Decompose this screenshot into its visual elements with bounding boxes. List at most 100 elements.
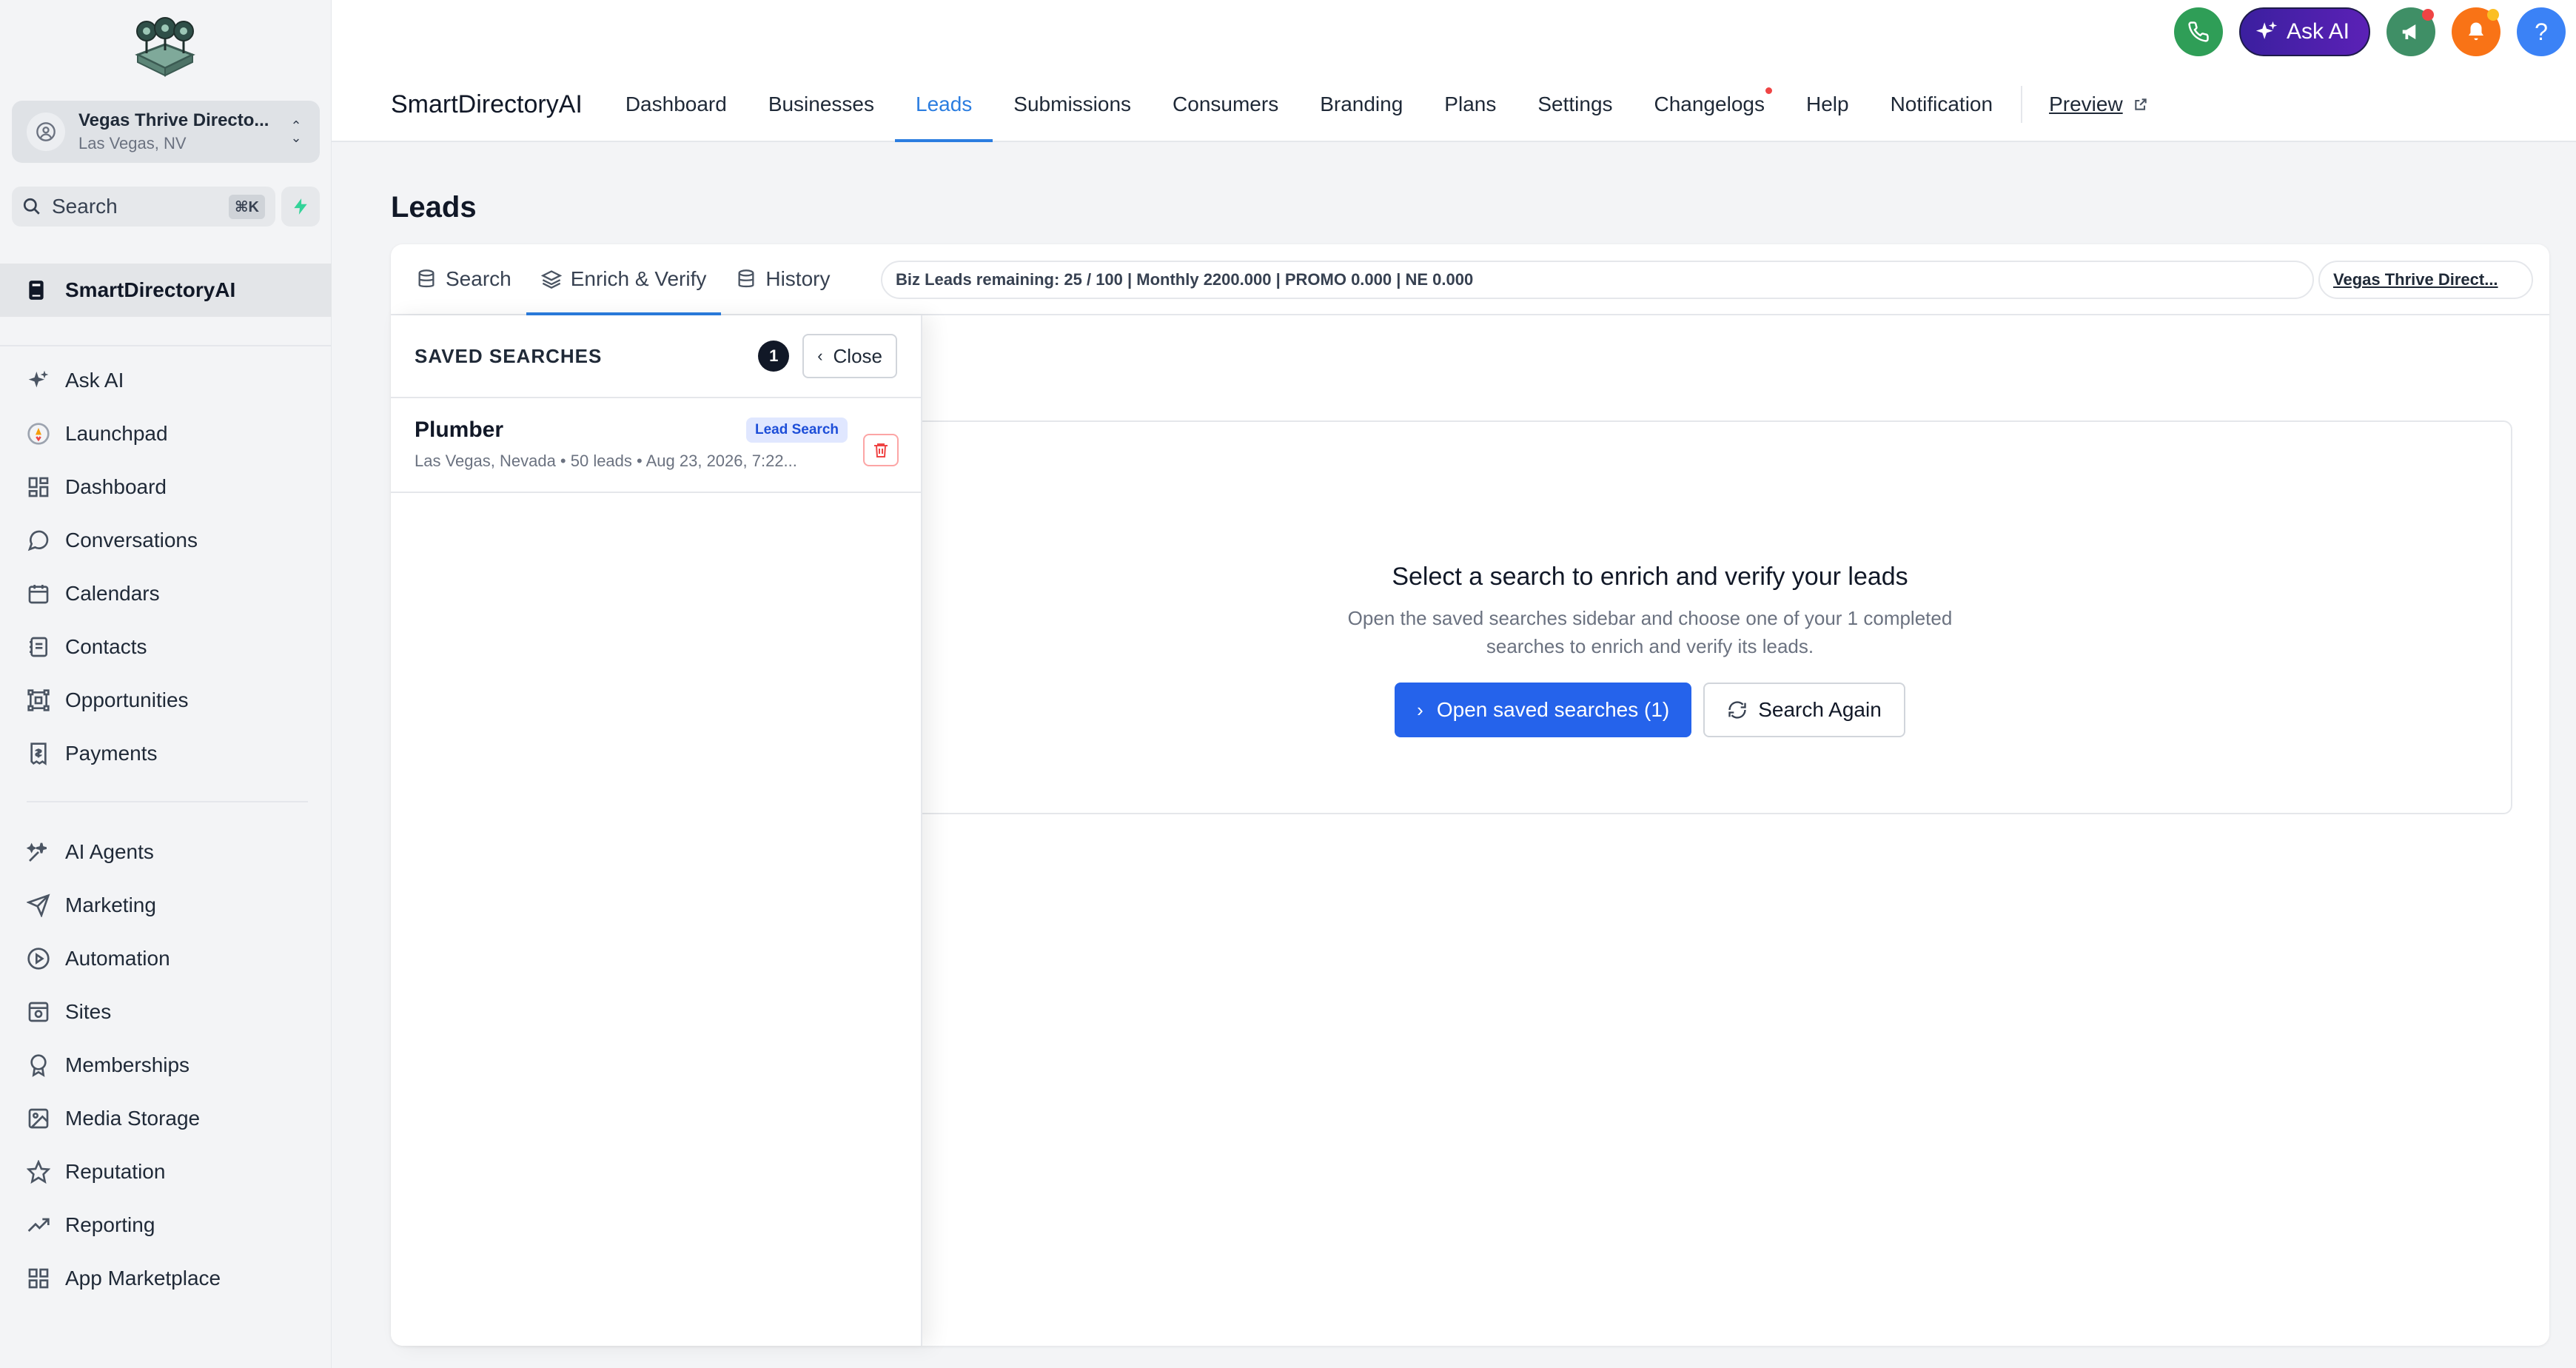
sparkle-icon xyxy=(2255,21,2278,39)
chevron-left-icon: ‹ xyxy=(817,346,823,365)
tab-changelogs-label: Changelogs xyxy=(1654,93,1765,115)
sidebar-item-ask-ai[interactable]: Ask AI xyxy=(0,354,332,407)
sidebar-item-media-storage[interactable]: Media Storage xyxy=(0,1092,332,1145)
image-icon xyxy=(25,1105,52,1132)
tab-plans[interactable]: Plans xyxy=(1423,68,1517,141)
sidebar-item-label: Automation xyxy=(65,947,170,970)
ask-ai-button[interactable]: Ask AI xyxy=(2238,7,2370,56)
account-location: Las Vegas, NV xyxy=(78,134,187,152)
tab-help[interactable]: Help xyxy=(1785,68,1870,141)
sidebar-item-contacts[interactable]: Contacts xyxy=(0,620,332,674)
layers-icon xyxy=(540,269,562,289)
database-icon xyxy=(416,269,437,289)
sidebar-item-payments[interactable]: Payments xyxy=(0,727,332,780)
sidebar-item-label: Media Storage xyxy=(65,1107,201,1130)
subtab-label: Search xyxy=(446,267,511,290)
sidebar-item-reputation[interactable]: Reputation xyxy=(0,1145,332,1198)
sidebar-item-ai-agents[interactable]: AI Agents xyxy=(0,825,332,879)
search-icon xyxy=(23,198,40,215)
phone-button[interactable] xyxy=(2173,7,2223,56)
saved-searches-panel: SAVED SEARCHES 1 ‹ Close Plumber Las Veg… xyxy=(391,315,922,1346)
refresh-icon xyxy=(1727,700,1748,720)
search-again-label: Search Again xyxy=(1758,698,1882,721)
account-link[interactable]: Vegas Thrive Direct... xyxy=(2318,261,2533,299)
sidebar-item-conversations[interactable]: Conversations xyxy=(0,514,332,567)
close-label: Close xyxy=(833,344,882,367)
saved-searches-count: 1 xyxy=(758,341,790,372)
bell-icon xyxy=(2469,22,2483,41)
announcements-button[interactable] xyxy=(2387,7,2435,56)
trash-icon xyxy=(874,443,888,457)
sidebar-item-calendars[interactable]: Calendars xyxy=(0,567,332,620)
sidebar-item-sites[interactable]: Sites xyxy=(0,985,332,1039)
network-icon xyxy=(25,687,52,714)
saved-search-type-badge: Lead Search xyxy=(746,418,848,443)
sidebar-item-memberships[interactable]: Memberships xyxy=(0,1039,332,1092)
grid-icon xyxy=(25,474,52,500)
tab-branding[interactable]: Branding xyxy=(1299,68,1423,141)
subtab-label: Enrich & Verify xyxy=(570,267,707,290)
chevron-updown-icon: ⌃ ⌄ xyxy=(290,118,302,145)
subtab-label: History xyxy=(765,267,831,290)
apps-icon xyxy=(25,1265,52,1292)
tab-settings[interactable]: Settings xyxy=(1517,68,1633,141)
close-panel-button[interactable]: ‹ Close xyxy=(802,334,897,378)
tab-consumers[interactable]: Consumers xyxy=(1152,68,1299,141)
tab-notification[interactable]: Notification xyxy=(1870,68,2014,141)
sidebar-item-app-marketplace[interactable]: App Marketplace xyxy=(0,1252,332,1305)
sidebar-item-label: AI Agents xyxy=(65,840,154,863)
sidebar-item-dashboard[interactable]: Dashboard xyxy=(0,460,332,514)
subtab-search[interactable]: Search xyxy=(401,244,526,314)
sidebar-item-launchpad[interactable]: Launchpad xyxy=(0,407,332,460)
site-icon xyxy=(25,999,52,1025)
page-title: Leads xyxy=(391,191,477,224)
search-again-button[interactable]: Search Again xyxy=(1703,683,1905,737)
sidebar-divider xyxy=(0,345,332,346)
sidebar-item-opportunities[interactable]: Opportunities xyxy=(0,674,332,727)
help-button[interactable]: ? xyxy=(2517,7,2566,56)
search-label: Search xyxy=(52,195,118,218)
tab-leads[interactable]: Leads xyxy=(895,68,993,142)
empty-state-description: Open the saved searches sidebar and choo… xyxy=(1347,607,1953,657)
sidebar-item-label: Reporting xyxy=(65,1213,155,1236)
tab-changelogs[interactable]: Changelogs xyxy=(1634,68,1785,141)
sidebar-item-label: Dashboard xyxy=(65,475,167,498)
account-switcher[interactable]: Vegas Thrive Directo... Las Vegas, NV ⌃ ⌄ xyxy=(12,101,320,163)
invoice-icon xyxy=(25,740,52,767)
top-bar: Ask AI ? xyxy=(332,0,2576,68)
empty-state-panel: Select a search to enrich and verify you… xyxy=(788,420,2512,814)
notification-badge xyxy=(2487,9,2499,21)
preview-link[interactable]: Preview xyxy=(2030,68,2167,141)
sidebar-search[interactable]: Search ⌘K xyxy=(12,187,275,227)
saved-search-item[interactable]: Plumber Las Vegas, Nevada • 50 leads • A… xyxy=(391,398,921,493)
subtab-enrich-verify[interactable]: Enrich & Verify xyxy=(526,244,722,315)
chat-icon xyxy=(25,527,52,554)
open-saved-searches-button[interactable]: › Open saved searches (1) xyxy=(1395,683,1692,737)
sidebar-item-label: SmartDirectoryAI xyxy=(65,278,236,301)
location-avatar-icon xyxy=(27,113,65,151)
sidebar: Vegas Thrive Directo... Las Vegas, NV ⌃ ⌄… xyxy=(0,0,332,1368)
sidebar-divider xyxy=(27,801,308,802)
quick-action-button[interactable] xyxy=(281,187,320,227)
leads-card: Search Enrich & Verify History Biz Leads… xyxy=(391,244,2549,1346)
rocket-icon xyxy=(25,420,52,447)
sidebar-item-smartdirectoryai[interactable]: SmartDirectoryAI xyxy=(0,264,332,317)
sparkle-icon xyxy=(25,367,52,394)
sidebar-item-reporting[interactable]: Reporting xyxy=(0,1198,332,1252)
sidebar-item-label: Ask AI xyxy=(65,369,124,392)
subtab-history[interactable]: History xyxy=(721,244,845,314)
empty-state-title: Select a search to enrich and verify you… xyxy=(1392,563,1908,591)
delete-saved-search-button[interactable] xyxy=(863,434,899,466)
star-icon xyxy=(25,1159,52,1185)
sidebar-item-marketing[interactable]: Marketing xyxy=(0,879,332,932)
nav-separator xyxy=(2021,86,2023,123)
sidebar-item-label: Contacts xyxy=(65,635,147,658)
sidebar-item-label: App Marketplace xyxy=(65,1267,221,1290)
tab-businesses[interactable]: Businesses xyxy=(748,68,895,141)
tab-submissions[interactable]: Submissions xyxy=(993,68,1152,141)
notifications-button[interactable] xyxy=(2452,7,2500,56)
tab-dashboard[interactable]: Dashboard xyxy=(605,68,748,141)
changelog-badge xyxy=(1765,87,1772,94)
sidebar-item-automation[interactable]: Automation xyxy=(0,932,332,985)
sidebar-item-label: Calendars xyxy=(65,582,160,605)
